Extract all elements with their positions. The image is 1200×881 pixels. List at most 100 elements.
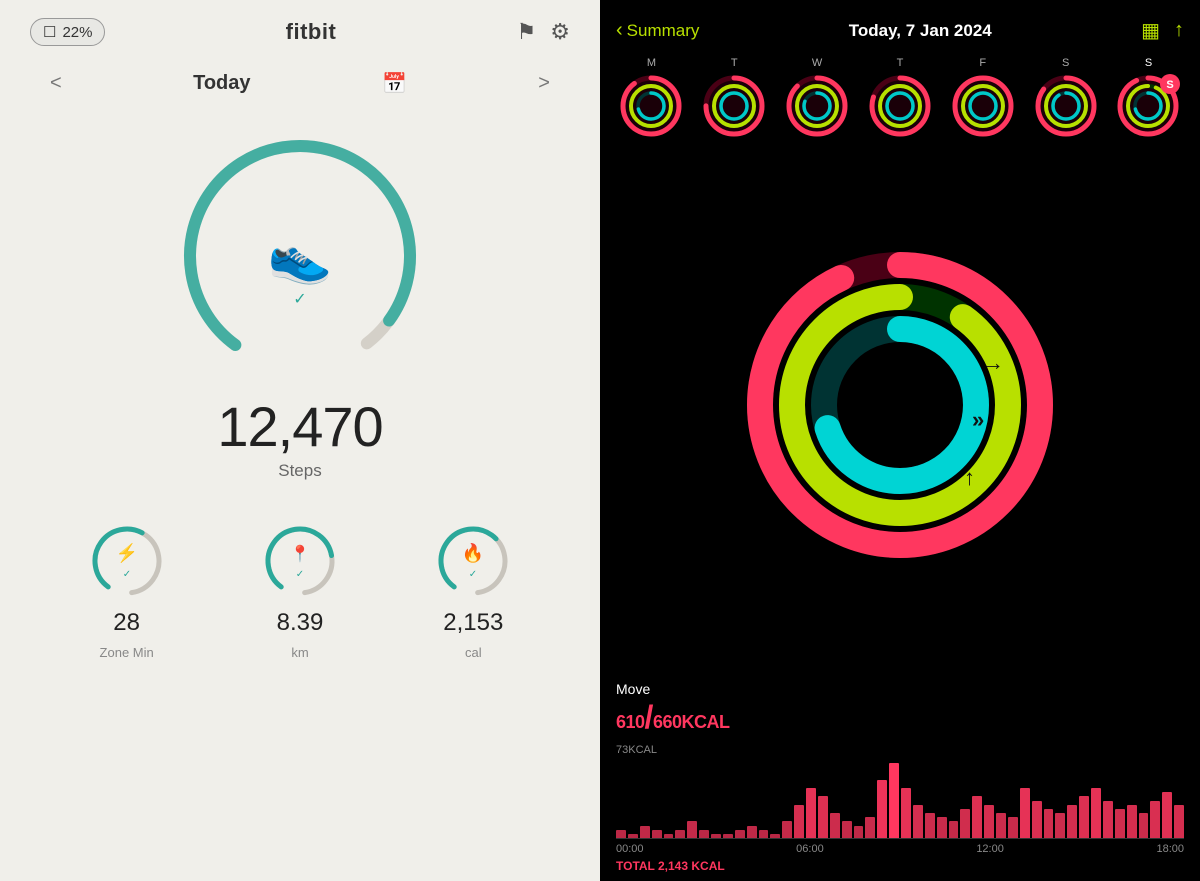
battery-badge: ☐ 22%	[30, 18, 105, 46]
svg-text:✓: ✓	[296, 569, 304, 580]
day-item-monday[interactable]: M	[617, 57, 685, 140]
chart-bar	[1008, 817, 1018, 838]
activity-header: ‹ Summary Today, 7 Jan 2024 ▦ ↑	[600, 0, 1200, 53]
stat-cal: 🔥 ✓ 2,153 cal	[433, 521, 513, 660]
zone-min-label: Zone Min	[100, 645, 154, 660]
chart-bar	[616, 830, 626, 838]
chart-bar	[830, 813, 840, 838]
km-label: km	[291, 645, 308, 660]
day-item-thursday[interactable]: T	[866, 57, 934, 140]
chart-bar	[628, 834, 638, 838]
chart-bar	[925, 813, 935, 838]
chart-bar	[1150, 801, 1160, 839]
chart-bar	[984, 805, 994, 838]
chart-bar	[913, 805, 923, 838]
day-item-saturday[interactable]: S	[1032, 57, 1100, 140]
chart-x-1: 06:00	[796, 843, 824, 855]
chart-bar	[806, 788, 816, 838]
stat-km: 📍 ✓ 8.39 km	[260, 521, 340, 660]
nav-title: Today	[193, 72, 250, 95]
day-label-f: F	[979, 57, 986, 69]
back-chevron-icon: ‹	[616, 19, 623, 42]
stat-zone-min: ⚡ ✓ 28 Zone Min	[87, 521, 167, 660]
chart-bar	[865, 817, 875, 838]
svg-text:👟: 👟	[268, 228, 333, 287]
zone-min-ring: ⚡ ✓	[87, 521, 167, 601]
day-ring-t2	[866, 72, 934, 140]
header-icons: ⚑ ⚙	[517, 19, 570, 45]
fitbit-header: ☐ 22% fitbit ⚑ ⚙	[20, 0, 580, 56]
back-summary-label: Summary	[627, 21, 700, 41]
day-ring-w	[783, 72, 851, 140]
stats-row: ⚡ ✓ 28 Zone Min 📍 ✓ 8.39 km	[20, 521, 580, 660]
chart-bar	[1020, 788, 1030, 838]
flag-icon[interactable]: ⚑	[517, 19, 537, 45]
move-value: 610/660KCAL	[616, 699, 1184, 736]
chart-bar	[960, 809, 970, 838]
chart-bar	[1127, 805, 1137, 838]
day-ring-s	[1032, 72, 1100, 140]
chart-bar	[877, 780, 887, 838]
chart-x-2: 12:00	[976, 843, 1004, 855]
day-ring-t1	[700, 72, 768, 140]
km-ring: 📍 ✓	[260, 521, 340, 601]
chart-bar	[759, 830, 769, 838]
chart-bar	[1055, 813, 1065, 838]
share-icon[interactable]: ↑	[1174, 19, 1184, 42]
svg-text:⚡: ⚡	[115, 542, 137, 564]
svg-text:↑: ↑	[964, 465, 975, 490]
chart-bar	[854, 826, 864, 839]
day-ring-m	[617, 72, 685, 140]
chart-bar	[1044, 809, 1054, 838]
day-ring-f	[949, 72, 1017, 140]
svg-text:📍: 📍	[290, 544, 310, 563]
chart-bar	[937, 817, 947, 838]
day-ring-s2: S	[1114, 72, 1182, 140]
chart-bar	[842, 821, 852, 838]
week-row: M T	[600, 53, 1200, 146]
km-value: 8.39	[277, 609, 324, 637]
chart-bar	[652, 830, 662, 838]
chart-bar	[1032, 801, 1042, 839]
next-button[interactable]: >	[538, 72, 550, 95]
chart-bar	[996, 813, 1006, 838]
cal-value: 2,153	[443, 609, 503, 637]
day-item-tuesday[interactable]: T	[700, 57, 768, 140]
day-item-wednesday[interactable]: W	[783, 57, 851, 140]
chart-y-label: 73KCAL	[616, 744, 1184, 756]
calendar-icon[interactable]: 📅	[382, 71, 407, 96]
gear-icon[interactable]: ⚙	[550, 19, 570, 45]
chart-bar	[675, 830, 685, 838]
chart-bar	[770, 834, 780, 838]
prev-button[interactable]: <	[50, 72, 62, 95]
activity-header-icons: ▦ ↑	[1141, 18, 1184, 43]
day-label-s: S	[1062, 57, 1069, 69]
svg-text:✓: ✓	[122, 569, 130, 580]
chart-x-0: 00:00	[616, 843, 644, 855]
fitbit-nav: < Today 📅 >	[20, 61, 580, 106]
svg-text:🔥: 🔥	[462, 542, 484, 563]
day-label-w: W	[812, 57, 822, 69]
day-item-friday[interactable]: F	[949, 57, 1017, 140]
svg-text:S: S	[1167, 79, 1174, 91]
day-label-t2: T	[897, 57, 904, 69]
chart-bar	[1115, 809, 1125, 838]
chart-bar	[711, 834, 721, 838]
day-item-sunday[interactable]: S S	[1114, 57, 1182, 140]
move-info: Move 610/660KCAL	[600, 673, 1200, 740]
back-summary-button[interactable]: ‹ Summary	[616, 19, 699, 42]
chart-bar	[972, 796, 982, 838]
activity-panel: ‹ Summary Today, 7 Jan 2024 ▦ ↑ M	[600, 0, 1200, 881]
chart-bar	[1103, 801, 1113, 839]
calendar-grid-icon[interactable]: ▦	[1141, 18, 1160, 43]
chart-bar	[889, 763, 899, 838]
activity-date: Today, 7 Jan 2024	[849, 21, 992, 41]
cal-label: cal	[465, 645, 482, 660]
zone-min-value: 28	[113, 609, 140, 637]
chart-bar	[747, 826, 757, 839]
chart-bar	[1067, 805, 1077, 838]
fitbit-logo: fitbit	[286, 19, 337, 45]
chart-bar	[687, 821, 697, 838]
chart-bar	[699, 830, 709, 838]
main-rings-svg: → » ↑	[740, 245, 1060, 565]
